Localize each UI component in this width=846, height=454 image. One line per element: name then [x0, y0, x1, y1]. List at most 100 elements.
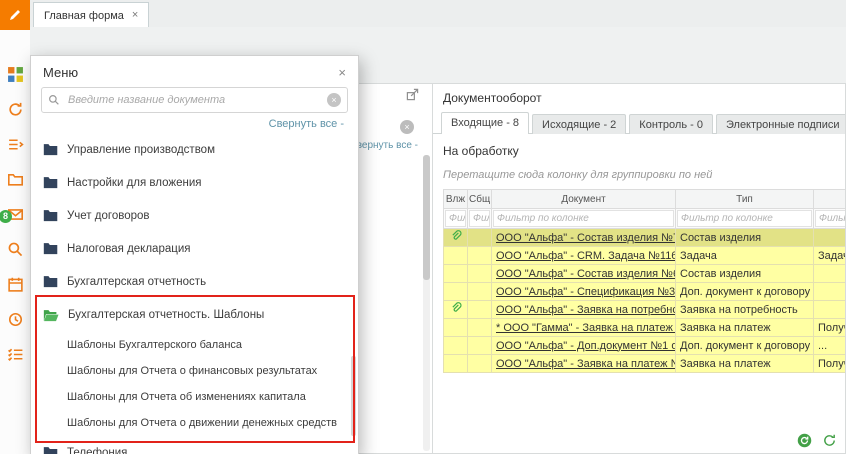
- scrollbar-thumb[interactable]: [351, 356, 356, 436]
- documents-table: Влж Сбщ Документ Тип Фильтр по колонке Ф…: [443, 189, 846, 373]
- document-link[interactable]: ООО "Альфа" - Заявка на потребность ...: [496, 304, 676, 316]
- document-cell: ООО "Альфа" - Заявка на потребность ...: [492, 301, 676, 319]
- document-cell: * ООО "Гамма" - Заявка на платеж №6...: [492, 319, 676, 337]
- left-toolbar: 8: [0, 0, 31, 454]
- table-row[interactable]: ООО "Альфа" - Заявка на платеж №64 ... З…: [444, 355, 846, 373]
- message-cell: [468, 265, 492, 283]
- collapse-all-link[interactable]: Свернуть все -: [31, 113, 358, 133]
- mail-icon[interactable]: 8: [0, 197, 30, 232]
- clear-search-icon[interactable]: ×: [400, 120, 414, 134]
- type-cell: Заявка на платеж: [676, 355, 814, 373]
- modules-icon[interactable]: [0, 57, 30, 92]
- checklist-icon[interactable]: [0, 337, 30, 372]
- table-row[interactable]: * ООО "Гамма" - Заявка на платеж №6... З…: [444, 319, 846, 337]
- document-link[interactable]: * ООО "Гамма" - Заявка на платеж №6...: [496, 322, 676, 334]
- section-title[interactable]: На обработку: [443, 144, 845, 158]
- table-row[interactable]: ООО "Альфа" - CRM. Задача №116 Задача За…: [444, 247, 846, 265]
- document-link[interactable]: ООО "Альфа" - Заявка на платеж №64 ...: [496, 358, 676, 370]
- folder-icon: [43, 176, 58, 189]
- menu-item-attachments-settings[interactable]: Настройки для вложения: [31, 166, 358, 199]
- menu-popup: Меню × × Свернуть все - Управление произ…: [30, 55, 359, 454]
- table-row[interactable]: ООО "Альфа" - Состав изделия №69 от... С…: [444, 265, 846, 283]
- document-link[interactable]: ООО "Альфа" - Спецификация №37 от ...: [496, 286, 676, 298]
- filter-doc[interactable]: Фильтр по колонке: [493, 210, 674, 227]
- filter-msg[interactable]: Фильтр по колонке: [469, 210, 490, 227]
- filter-row: Фильтр по колонке Фильтр по колонке Филь…: [444, 209, 846, 229]
- auto-refresh-icon[interactable]: [797, 433, 812, 448]
- history-clock-icon[interactable]: [0, 302, 30, 337]
- paperclip-icon: [449, 301, 462, 314]
- message-cell: [468, 301, 492, 319]
- search-icon[interactable]: [0, 232, 30, 267]
- document-link[interactable]: ООО "Альфа" - Состав изделия №78 от...: [496, 232, 676, 244]
- folder-icon[interactable]: [0, 162, 30, 197]
- menu-item-accounting-reports[interactable]: Бухгалтерская отчетность: [31, 265, 358, 298]
- document-link[interactable]: ООО "Альфа" - Доп.документ №1 от 06...: [496, 340, 676, 352]
- menu-item-telephony[interactable]: Телефония: [31, 436, 358, 454]
- sync-icon[interactable]: [0, 92, 30, 127]
- document-cell: ООО "Альфа" - Доп.документ №1 от 06...: [492, 337, 676, 355]
- attachment-cell: [444, 265, 468, 283]
- filter-type[interactable]: Фильтр по колонке: [677, 210, 812, 227]
- search-icon: [48, 94, 60, 106]
- table-row[interactable]: ООО "Альфа" - Состав изделия №78 от... С…: [444, 229, 846, 247]
- attachment-cell: [444, 337, 468, 355]
- menu-subitem-cash-flow-templates[interactable]: Шаблоны для Отчета о движении денежных с…: [31, 410, 358, 436]
- tab-outgoing[interactable]: Исходящие - 2: [532, 114, 626, 134]
- folder-icon: [43, 275, 58, 288]
- menu-item-contracts[interactable]: Учет договоров: [31, 199, 358, 232]
- column-header-attach[interactable]: Влж: [444, 190, 468, 209]
- filter-extra[interactable]: Фильтр по колонке: [815, 210, 846, 227]
- tab-main-form[interactable]: Главная форма ×: [33, 2, 149, 28]
- exchange-list-icon[interactable]: [0, 127, 30, 162]
- menu-subitem-financial-results-templates[interactable]: Шаблоны для Отчета о финансовых результа…: [31, 358, 358, 384]
- tab-signatures[interactable]: Электронные подписи: [716, 114, 846, 134]
- paperclip-icon: [449, 229, 462, 242]
- column-header-extra[interactable]: [814, 190, 846, 209]
- menu-item-production[interactable]: Управление производством: [31, 133, 358, 166]
- type-cell: Доп. документ к договору: [676, 337, 814, 355]
- tab-bar: Главная форма ×: [30, 0, 846, 28]
- docflow-panel: Документооборот Входящие - 8 Исходящие -…: [432, 83, 846, 454]
- folder-icon: [43, 446, 58, 454]
- document-cell: ООО "Альфа" - Заявка на платеж №64 ...: [492, 355, 676, 373]
- scrollbar[interactable]: [423, 155, 430, 451]
- filter-attach[interactable]: Фильтр по колонке: [445, 210, 466, 227]
- type-cell: Задача: [676, 247, 814, 265]
- column-header-type[interactable]: Тип: [676, 190, 814, 209]
- header-row: Влж Сбщ Документ Тип: [444, 190, 846, 209]
- menu-item-accounting-templates[interactable]: Бухгалтерская отчетность. Шаблоны: [31, 298, 358, 332]
- calendar-icon[interactable]: [0, 267, 30, 302]
- message-cell: [468, 247, 492, 265]
- docflow-title: Документооборот: [433, 84, 845, 112]
- refresh-icon[interactable]: [822, 433, 837, 448]
- extra-cell: [814, 283, 846, 301]
- app-window: 8 Главная форма × × Свернуть все - До: [0, 0, 846, 454]
- tab-incoming[interactable]: Входящие - 8: [441, 112, 529, 134]
- table-row[interactable]: ООО "Альфа" - Спецификация №37 от ... До…: [444, 283, 846, 301]
- menu-subitem-balance-templates[interactable]: Шаблоны Бухгалтерского баланса: [31, 332, 358, 358]
- column-header-msg[interactable]: Сбщ: [468, 190, 492, 209]
- clear-search-icon[interactable]: ×: [327, 93, 341, 107]
- undock-window-icon[interactable]: [406, 88, 419, 106]
- table-row[interactable]: ООО "Альфа" - Заявка на потребность ... …: [444, 301, 846, 319]
- edit-pencil-button[interactable]: [0, 0, 30, 30]
- tab-title: Главная форма: [44, 10, 124, 22]
- collapse-all-link[interactable]: Свернуть все -: [349, 140, 418, 151]
- menu-item-tax-declaration[interactable]: Налоговая декларация: [31, 232, 358, 265]
- menu-subitem-capital-changes-templates[interactable]: Шаблоны для Отчета об изменениях капитал…: [31, 384, 358, 410]
- tab-control[interactable]: Контроль - 0: [629, 114, 713, 134]
- scrollbar-thumb[interactable]: [423, 155, 430, 280]
- tab-close-icon[interactable]: ×: [132, 10, 138, 21]
- close-icon[interactable]: ×: [338, 66, 346, 79]
- document-link[interactable]: ООО "Альфа" - CRM. Задача №116: [496, 250, 676, 262]
- folder-icon: [43, 143, 58, 156]
- menu-header: Меню ×: [31, 56, 358, 84]
- document-link[interactable]: ООО "Альфа" - Состав изделия №69 от...: [496, 268, 676, 280]
- table-row[interactable]: ООО "Альфа" - Доп.документ №1 от 06... Д…: [444, 337, 846, 355]
- search-input[interactable]: [66, 93, 321, 107]
- menu-item-label: Настройки для вложения: [67, 177, 201, 189]
- column-header-doc[interactable]: Документ: [492, 190, 676, 209]
- attachment-cell: [444, 283, 468, 301]
- docflow-body: На обработку Перетащите сюда колонку для…: [433, 134, 845, 373]
